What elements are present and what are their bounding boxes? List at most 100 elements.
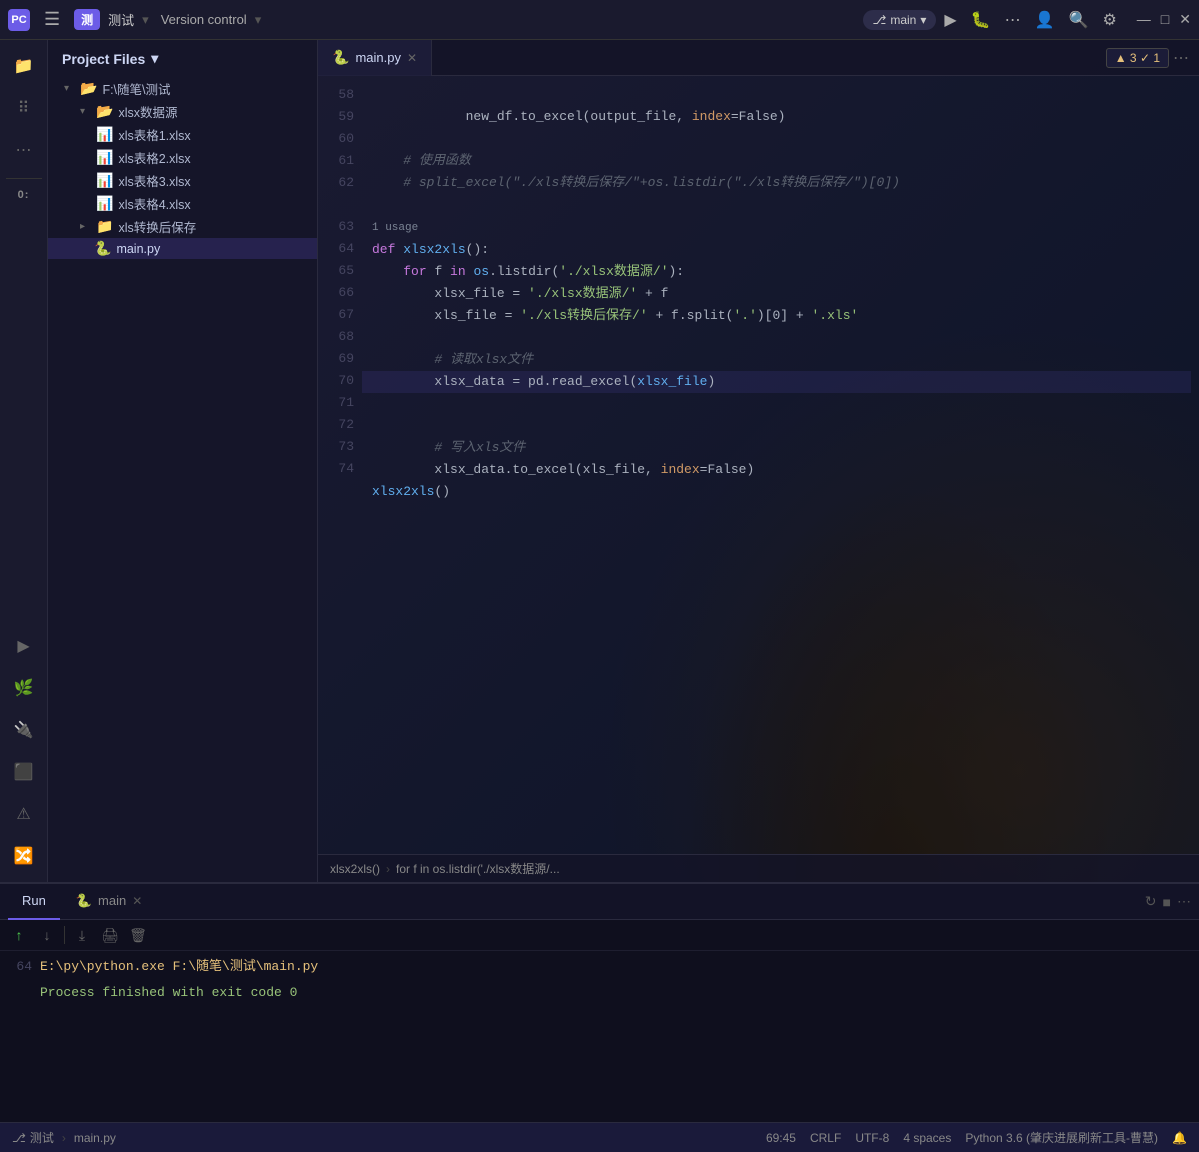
- activity-structure-icon[interactable]: ⠿: [6, 90, 42, 126]
- activity-more-icon[interactable]: ⋯: [6, 132, 42, 168]
- panel-stop-icon[interactable]: ■: [1163, 894, 1171, 910]
- tree-label-xlsx3: xls表格3.xlsx: [118, 171, 190, 190]
- editor-area: 🐍 main.py ✕ ⋯ ▲ 3 ✓ 1 58 59 60 61 62 63 …: [318, 40, 1199, 882]
- breadcrumb-func[interactable]: xlsx2xls(): [330, 862, 380, 876]
- project-name[interactable]: 测试: [108, 10, 134, 29]
- file-icon-xlsx3: 📊: [96, 172, 113, 189]
- sidebar-tree: ▾ 📂 F:\随笔\测试 ▾ 📂 xlsx数据源 📊 xls表格1.xlsx 📊: [48, 73, 317, 882]
- titlebar: PC ☰ 测 测试 ▾ Version control ▾ ⎇ main ▾ ▶…: [0, 0, 1199, 40]
- debug-button[interactable]: 🐛: [971, 10, 991, 30]
- panel-trash-btn[interactable]: 🗑: [125, 922, 151, 948]
- search-icon[interactable]: 🔍: [1069, 10, 1089, 30]
- tree-item-main-py[interactable]: 🐍 main.py: [48, 238, 317, 259]
- breadcrumb-sep: ›: [386, 862, 390, 876]
- account-icon[interactable]: 👤: [1035, 10, 1055, 30]
- minimize-button[interactable]: —: [1137, 11, 1151, 28]
- activity-problems-icon[interactable]: ⚠: [6, 796, 42, 832]
- status-position[interactable]: 69:45: [766, 1131, 796, 1145]
- folder-arrow-xls-save: ▸: [80, 221, 94, 232]
- project-badge: 测: [74, 9, 100, 30]
- hamburger-menu[interactable]: ☰: [38, 7, 66, 32]
- tab-label: main.py: [355, 50, 401, 65]
- tree-label-root: F:\随笔\测试: [102, 79, 170, 98]
- panel-tab-run[interactable]: Run: [8, 884, 60, 920]
- code-line: xls_file = './xls转换后保存/' + f.split('.')[…: [372, 308, 858, 323]
- list-item[interactable]: 📊 xls表格4.xlsx: [48, 192, 317, 215]
- branch-icon: ⎇: [12, 1131, 26, 1145]
- status-line-ending[interactable]: CRLF: [810, 1131, 841, 1145]
- status-bar-right: 69:45 CRLF UTF-8 4 spaces Python 3.6 (肇庆…: [766, 1129, 1187, 1146]
- panel-rerun-icon[interactable]: ↻: [1145, 893, 1157, 910]
- list-item[interactable]: 📊 xls表格3.xlsx: [48, 169, 317, 192]
- maximize-button[interactable]: □: [1161, 11, 1169, 28]
- panel-tab-main[interactable]: 🐍 main ✕: [62, 884, 156, 920]
- sidebar-chevron: ▾: [151, 50, 158, 67]
- status-python[interactable]: Python 3.6 (肇庆进展刷新工具-曹慧): [965, 1129, 1158, 1146]
- console-text-cmd: E:\py\python.exe F:\随笔\测试\main.py: [40, 956, 318, 978]
- list-item[interactable]: 📊 xls表格1.xlsx: [48, 123, 317, 146]
- code-line: xlsx_data.to_excel(xls_file, index=False…: [372, 462, 754, 477]
- panel-more-icon[interactable]: ⋯: [1177, 893, 1191, 910]
- activity-git-icon[interactable]: 🌿: [6, 670, 42, 706]
- panel-scroll-up-btn[interactable]: ↑: [6, 922, 32, 948]
- folder-arrow-xlsx: ▾: [80, 106, 94, 117]
- tree-label-xlsx4: xls表格4.xlsx: [118, 194, 190, 213]
- run-tab-icon2: 🐍: [76, 893, 92, 909]
- file-icon-xlsx4: 📊: [96, 195, 113, 212]
- status-encoding[interactable]: UTF-8: [855, 1131, 889, 1145]
- sidebar-header: Project Files ▾: [48, 40, 317, 73]
- branch-selector[interactable]: ⎇ main ▾: [863, 10, 937, 30]
- vcs-button[interactable]: Version control: [161, 12, 247, 27]
- run-button[interactable]: ▶: [944, 10, 956, 30]
- run-tab-close[interactable]: ✕: [132, 894, 142, 908]
- editor-tab-main-py[interactable]: 🐍 main.py ✕: [318, 40, 432, 76]
- code-line: # split_excel("./xls转换后保存/"+os.listdir("…: [372, 175, 900, 190]
- tab-close-button[interactable]: ✕: [407, 51, 417, 65]
- code-line: for f in os.listdir('./xlsx数据源/'):: [372, 264, 684, 279]
- activity-terminal-icon[interactable]: ⬛: [6, 754, 42, 790]
- bottom-panel: Run 🐍 main ✕ ↻ ■ ⋯ ↑ ↓ ⤓ 🖨 🗑 64 E:\py\py…: [0, 882, 1199, 1122]
- branch-name: main: [890, 13, 916, 27]
- folder-arrow-root: ▾: [64, 83, 78, 94]
- folder-icon-xlsx: 📂: [96, 103, 113, 120]
- activity-git2-icon[interactable]: 🔀: [6, 838, 42, 874]
- activity-project-icon[interactable]: 📁: [6, 48, 42, 84]
- sidebar-title-text: Project Files: [62, 51, 145, 67]
- tree-item-xls-save[interactable]: ▸ 📁 xls转换后保存: [48, 215, 317, 238]
- code-line: xlsx_data = pd.read_excel(xlsx_file): [362, 371, 1191, 393]
- panel-scroll-down-btn[interactable]: ↓: [34, 922, 60, 948]
- sidebar: Project Files ▾ ▾ 📂 F:\随笔\测试 ▾ 📂 xlsx数据源: [48, 40, 318, 882]
- tab-bar-actions: ⋯: [1173, 48, 1199, 68]
- list-item: Process finished with exit code 0: [0, 981, 1199, 1005]
- app-logo: PC: [8, 9, 30, 31]
- sidebar-title[interactable]: Project Files ▾: [62, 50, 158, 67]
- close-button[interactable]: ✕: [1179, 11, 1191, 28]
- code-content[interactable]: new_df.to_excel(output_file, index=False…: [362, 76, 1199, 854]
- list-item[interactable]: 📊 xls表格2.xlsx: [48, 146, 317, 169]
- activity-plugin-icon[interactable]: 🔌: [6, 712, 42, 748]
- folder-icon-root: 📂: [80, 80, 97, 97]
- code-line: new_df.to_excel(output_file, index=False…: [372, 109, 785, 124]
- activity-run-icon[interactable]: ▶: [6, 628, 42, 664]
- tree-item-xlsx-dir[interactable]: ▾ 📂 xlsx数据源: [48, 100, 317, 123]
- breadcrumb: xlsx2xls() › for f in os.listdir('./xlsx…: [318, 854, 1199, 882]
- breadcrumb-inner[interactable]: for f in os.listdir('./xlsx数据源/...: [396, 860, 560, 877]
- more-button[interactable]: ⋯: [1005, 10, 1021, 30]
- status-indent[interactable]: 4 spaces: [903, 1131, 951, 1145]
- panel-scroll-all-btn[interactable]: ⤓: [69, 922, 95, 948]
- tree-label-main-py: main.py: [116, 242, 160, 256]
- status-notification-icon[interactable]: 🔔: [1172, 1131, 1187, 1145]
- run-tab-label: Run: [22, 893, 46, 908]
- tab-more-icon[interactable]: ⋯: [1173, 48, 1189, 68]
- list-item: 64 E:\py\python.exe F:\随笔\测试\main.py: [0, 955, 1199, 979]
- tree-label-xlsx2: xls表格2.xlsx: [118, 148, 190, 167]
- panel-print-btn[interactable]: 🖨: [97, 922, 123, 948]
- tree-item-root[interactable]: ▾ 📂 F:\随笔\测试: [48, 77, 317, 100]
- code-editor[interactable]: 58 59 60 61 62 63 64 65 66 67 68 69 70 7…: [318, 76, 1199, 854]
- error-badge[interactable]: ▲ 3 ✓ 1: [1106, 48, 1169, 68]
- main-layout: 📁 ⠿ ⋯ 0: ▶ 🌿 🔌 ⬛ ⚠ 🔀 Project Files ▾ ▾: [0, 40, 1199, 882]
- status-branch[interactable]: ⎇ 测试: [12, 1129, 54, 1146]
- status-file[interactable]: main.py: [74, 1131, 116, 1145]
- status-branch-name: 测试: [30, 1129, 54, 1146]
- settings-icon[interactable]: ⚙: [1102, 10, 1116, 30]
